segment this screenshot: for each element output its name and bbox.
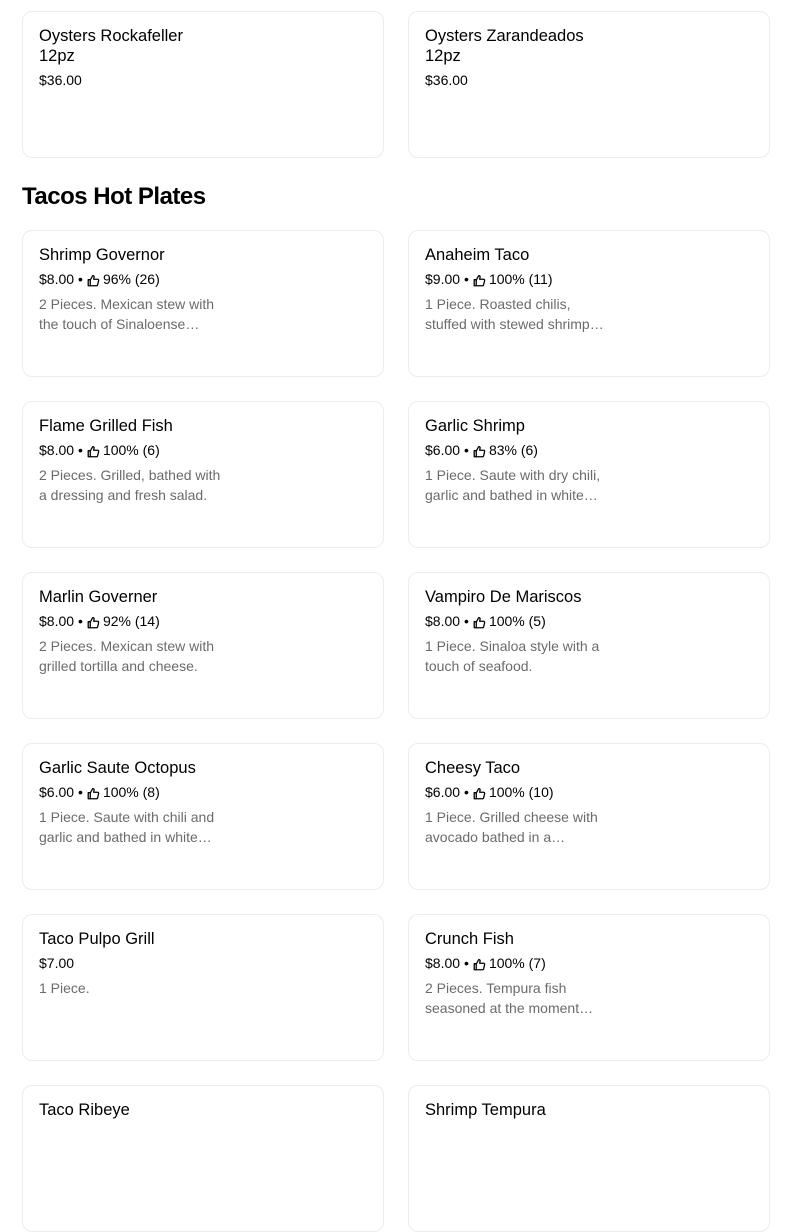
item-rating: 100% (7) bbox=[488, 955, 546, 971]
item-name: Vampiro De Mariscos bbox=[425, 588, 582, 606]
item-name: Shrimp Governor bbox=[39, 246, 165, 264]
item-name: Crunch Fish bbox=[425, 930, 514, 948]
menu-item-card[interactable]: Flame Grilled Fish $8.00 • 100% (6) 2 Pieces… bbox=[22, 401, 384, 548]
item-meta: $6.00 • 100% (8) bbox=[39, 783, 339, 801]
thumbs-up-icon bbox=[473, 957, 486, 970]
meta-separator: • bbox=[464, 955, 469, 971]
item-price: $9.00 bbox=[425, 271, 461, 287]
meta-separator: • bbox=[464, 442, 469, 458]
item-meta: $8.00 • 100% (5) bbox=[425, 612, 725, 630]
item-price: $8.00 bbox=[39, 442, 75, 458]
item-rating: 100% (6) bbox=[102, 442, 160, 458]
item-description: 1 Piece. bbox=[39, 980, 90, 996]
item-meta: $36.00 bbox=[39, 71, 339, 89]
item-meta: $8.00 • 92% (14) bbox=[39, 612, 339, 630]
item-rating: 100% (5) bbox=[488, 613, 546, 629]
item-meta: $9.00 • 100% (11) bbox=[425, 270, 725, 288]
item-price: $6.00 bbox=[425, 784, 461, 800]
item-price: $8.00 bbox=[39, 271, 75, 287]
item-price: $8.00 bbox=[425, 955, 461, 971]
thumbs-up-icon bbox=[473, 444, 486, 457]
menu-item-card[interactable]: Shrimp Governor $8.00 • 96% (26) 2 Pieces. M… bbox=[22, 230, 384, 377]
thumbs-up-icon bbox=[87, 273, 100, 286]
item-rating: 100% (11) bbox=[488, 271, 553, 287]
item-price: $8.00 bbox=[39, 613, 75, 629]
item-price: $36.00 bbox=[39, 72, 82, 88]
item-description: 1 Piece. Sinaloa style with a touch of s… bbox=[425, 638, 600, 674]
thumbs-up-icon bbox=[473, 615, 486, 628]
item-price: $6.00 bbox=[39, 784, 75, 800]
meta-separator: • bbox=[464, 613, 469, 629]
item-name: Flame Grilled Fish bbox=[39, 417, 173, 435]
menu-item-card[interactable]: Taco Ribeye bbox=[22, 1085, 384, 1232]
meta-separator: • bbox=[78, 613, 83, 629]
item-meta: $8.00 • 96% (26) bbox=[39, 270, 339, 288]
item-price: $7.00 bbox=[39, 955, 75, 971]
item-name: Oysters Rockafeller 12pz bbox=[39, 27, 183, 65]
item-name: Marlin Governer bbox=[39, 588, 158, 606]
menu-item-card[interactable]: Vampiro De Mariscos $8.00 • 100% (5) 1 Piece… bbox=[408, 572, 770, 719]
item-description: 1 Piece. Roasted chilis, stuffed with st… bbox=[425, 296, 604, 332]
item-description: 1 Piece. Saute with chili and garlic and… bbox=[39, 809, 215, 845]
item-description: 2 Pieces. Mexican stew with grilled tort… bbox=[39, 638, 215, 674]
item-description: 1 Piece. Grilled cheese with avocado bat… bbox=[425, 809, 598, 845]
meta-separator: • bbox=[78, 271, 83, 287]
menu-item-card[interactable]: Anaheim Taco $9.00 • 100% (11) 1 Piece. Roas… bbox=[408, 230, 770, 377]
item-name: Taco Ribeye bbox=[39, 1101, 130, 1119]
item-description: 2 Pieces. Mexican stew with the touch of… bbox=[39, 296, 215, 332]
item-price: $36.00 bbox=[425, 72, 468, 88]
item-meta: $7.00 bbox=[39, 954, 339, 972]
meta-separator: • bbox=[464, 784, 469, 800]
item-price: $6.00 bbox=[425, 442, 461, 458]
menu-item-card[interactable]: Garlic Saute Octopus $6.00 • 100% (8) 1 Piec… bbox=[22, 743, 384, 890]
item-rating: 100% (8) bbox=[102, 784, 160, 800]
meta-separator: • bbox=[464, 271, 469, 287]
item-rating: 96% (26) bbox=[102, 271, 160, 287]
thumbs-up-icon bbox=[473, 786, 486, 799]
menu-item-card[interactable]: Oysters Rockafeller 12pz $36.00 bbox=[22, 11, 384, 158]
menu-item-card[interactable]: Crunch Fish $8.00 • 100% (7) 2 Pieces. Tempu… bbox=[408, 914, 770, 1061]
thumbs-up-icon bbox=[473, 273, 486, 286]
item-price: $8.00 bbox=[425, 613, 461, 629]
item-meta: $36.00 bbox=[425, 71, 725, 89]
item-description: 2 Pieces. Grilled, bathed with a dressin… bbox=[39, 467, 221, 503]
meta-separator: • bbox=[78, 784, 83, 800]
item-description: 2 Pieces. Tempura fish seasoned at the m… bbox=[425, 980, 594, 1016]
item-meta: $6.00 • 83% (6) bbox=[425, 441, 725, 459]
menu-item-card[interactable]: Taco Pulpo Grill $7.00 1 Piece. bbox=[22, 914, 384, 1061]
menu-item-card[interactable]: Marlin Governer $8.00 • 92% (14) 2 Pieces. M… bbox=[22, 572, 384, 719]
item-meta: $6.00 • 100% (10) bbox=[425, 783, 725, 801]
item-name: Oysters Zarandeados 12pz bbox=[425, 27, 584, 65]
item-name: Garlic Saute Octopus bbox=[39, 759, 196, 777]
item-name: Taco Pulpo Grill bbox=[39, 930, 155, 948]
item-name: Shrimp Tempura bbox=[425, 1101, 546, 1119]
menu-item-card[interactable]: Garlic Shrimp $6.00 • 83% (6) 1 Piece. Saute… bbox=[408, 401, 770, 548]
item-name: Garlic Shrimp bbox=[425, 417, 525, 435]
thumbs-up-icon bbox=[87, 786, 100, 799]
menu-item-card[interactable]: Oysters Zarandeados 12pz $36.00 bbox=[408, 11, 770, 158]
item-rating: 92% (14) bbox=[102, 613, 160, 629]
item-name: Cheesy Taco bbox=[425, 759, 521, 777]
meta-separator: • bbox=[78, 442, 83, 458]
section-title: Tacos Hot Plates bbox=[22, 183, 206, 210]
item-rating: 100% (10) bbox=[488, 784, 554, 800]
thumbs-up-icon bbox=[87, 615, 100, 628]
item-description: 1 Piece. Saute with dry chili, garlic an… bbox=[425, 467, 601, 503]
item-name: Anaheim Taco bbox=[425, 246, 530, 264]
thumbs-up-icon bbox=[87, 444, 100, 457]
menu-item-card[interactable]: Cheesy Taco $6.00 • 100% (10) 1 Piece. Grill… bbox=[408, 743, 770, 890]
item-meta: $8.00 • 100% (7) bbox=[425, 954, 725, 972]
menu-item-card[interactable]: Shrimp Tempura bbox=[408, 1085, 770, 1232]
item-meta: $8.00 • 100% (6) bbox=[39, 441, 339, 459]
item-rating: 83% (6) bbox=[488, 442, 538, 458]
